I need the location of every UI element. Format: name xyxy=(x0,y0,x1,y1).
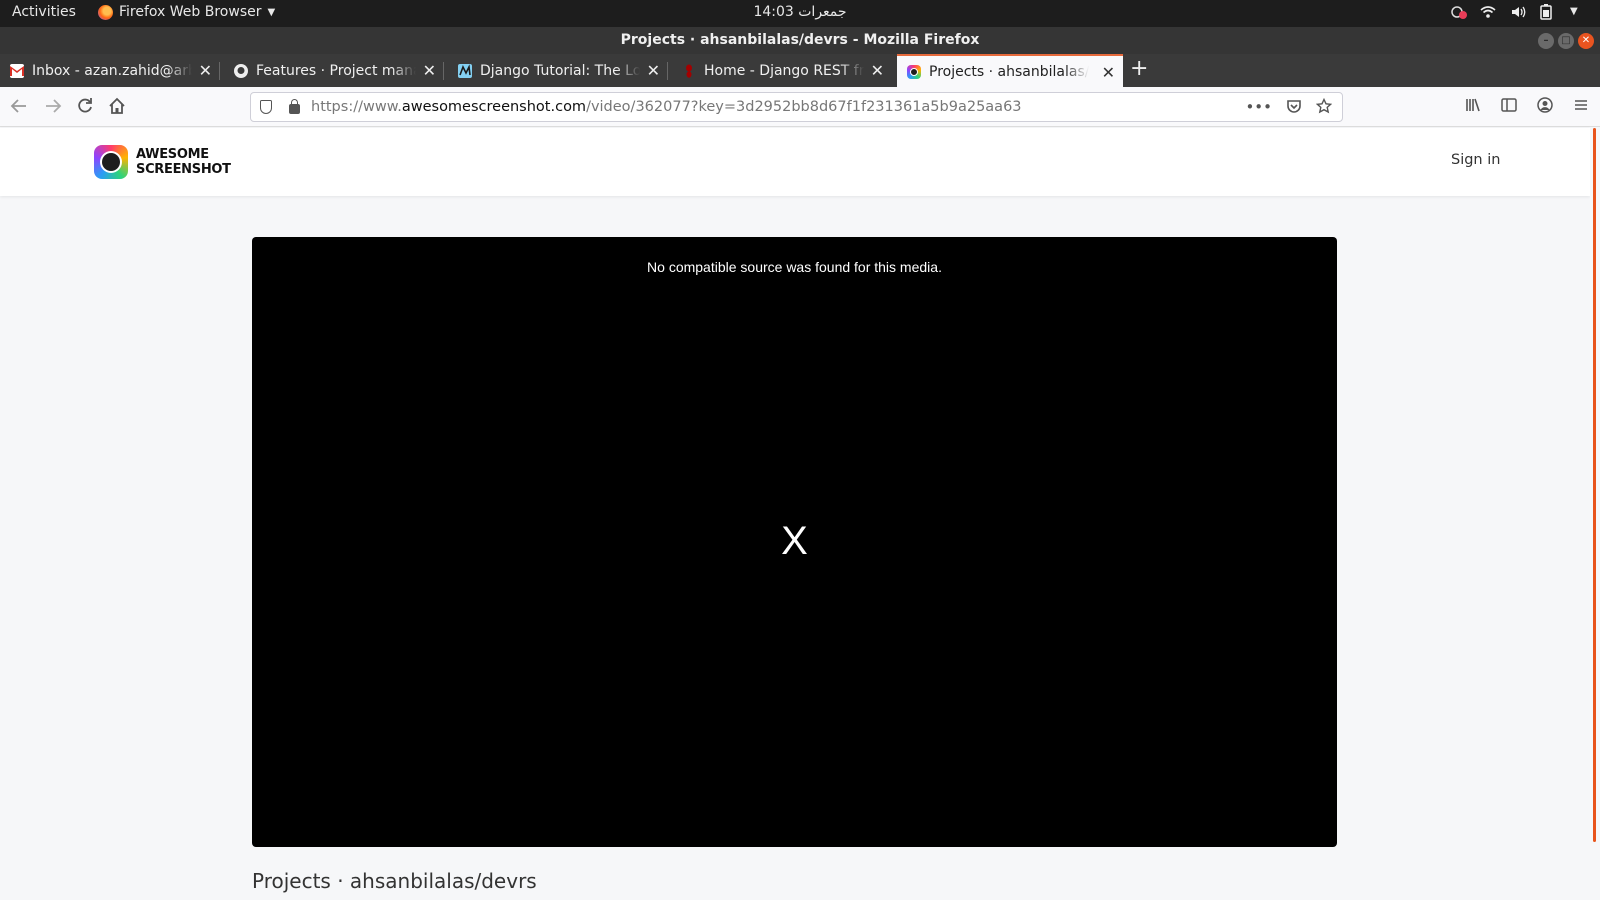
reload-button[interactable] xyxy=(74,96,96,118)
tab-label: Home - Django REST framework xyxy=(704,62,864,79)
minimize-button[interactable]: – xyxy=(1538,33,1554,49)
url-text[interactable]: https://www.awesomescreenshot.com/video/… xyxy=(311,99,1022,115)
tab-drf[interactable]: Home - Django REST framework ✕ xyxy=(672,54,892,87)
library-icon[interactable] xyxy=(1464,96,1482,118)
close-tab-icon[interactable]: ✕ xyxy=(647,61,660,80)
system-tray[interactable]: ▼ xyxy=(1450,4,1586,20)
mdn-icon xyxy=(458,63,472,78)
bookmark-star-icon[interactable] xyxy=(1315,97,1333,118)
site-logo[interactable]: AWESOME SCREENSHOT xyxy=(94,145,231,179)
close-tab-icon[interactable]: ✕ xyxy=(423,61,436,80)
page-actions-icon[interactable]: ••• xyxy=(1245,98,1272,118)
scrollbar-thumb[interactable] xyxy=(1593,128,1596,842)
tab-strip: Inbox - azan.zahid@arbisoft.com ✕ Featur… xyxy=(0,54,1600,87)
close-tab-icon[interactable]: ✕ xyxy=(871,61,884,80)
gmail-icon xyxy=(10,63,24,78)
system-top-bar: Activities Firefox Web Browser ▼ جمعرات … xyxy=(0,0,1600,27)
logo-text: AWESOME SCREENSHOT xyxy=(136,147,231,177)
wifi-icon[interactable] xyxy=(1480,4,1496,20)
close-tab-icon[interactable]: ✕ xyxy=(199,61,212,80)
account-icon[interactable] xyxy=(1536,96,1554,118)
menu-icon[interactable] xyxy=(1572,96,1590,118)
tab-label: Inbox - azan.zahid@arbisoft.com xyxy=(32,62,192,79)
error-close-icon[interactable]: X xyxy=(252,519,1337,564)
tab-gmail[interactable]: Inbox - azan.zahid@arbisoft.com ✕ xyxy=(0,54,220,87)
toolbar-right xyxy=(1464,96,1590,118)
sidebar-icon[interactable] xyxy=(1500,96,1518,118)
pocket-icon[interactable] xyxy=(1286,98,1302,118)
window-controls: – □ ✕ xyxy=(1538,33,1594,49)
github-icon xyxy=(234,63,248,78)
window-title-bar: Projects · ahsanbilalas/devrs - Mozilla … xyxy=(0,27,1600,54)
drf-icon xyxy=(682,64,696,78)
volume-icon[interactable] xyxy=(1510,4,1526,20)
notification-icon[interactable] xyxy=(1450,4,1467,20)
tab-github[interactable]: Features · Project management ✕ xyxy=(224,54,444,87)
close-window-button[interactable]: ✕ xyxy=(1578,33,1594,49)
back-button[interactable] xyxy=(8,96,30,118)
close-tab-icon[interactable]: ✕ xyxy=(1102,63,1115,82)
tab-label: Projects · ahsanbilalas/devrs xyxy=(929,63,1089,80)
video-player[interactable]: No compatible source was found for this … xyxy=(252,237,1337,847)
maximize-button[interactable]: □ xyxy=(1558,33,1574,49)
tab-projects[interactable]: Projects · ahsanbilalas/devrs ✕ xyxy=(897,54,1123,87)
power-menu-icon[interactable]: ▼ xyxy=(1570,4,1586,20)
tab-mdn[interactable]: Django Tutorial: The Local Library ✕ xyxy=(448,54,668,87)
site-header: AWESOME SCREENSHOT Sign in xyxy=(0,128,1590,196)
page-title: Projects · ahsanbilalas/devrs xyxy=(252,869,537,893)
lock-icon[interactable] xyxy=(289,99,300,114)
awesome-screenshot-logo-icon xyxy=(94,145,128,179)
forward-button[interactable] xyxy=(42,96,64,118)
page-content: AWESOME SCREENSHOT Sign in No compatible… xyxy=(0,128,1590,900)
awesome-screenshot-icon xyxy=(907,64,921,79)
tab-label: Django Tutorial: The Local Library xyxy=(480,62,640,79)
home-button[interactable] xyxy=(106,96,128,118)
new-tab-button[interactable]: + xyxy=(1130,58,1148,80)
clock[interactable]: جمعرات 14:03 xyxy=(0,4,1600,20)
tab-label: Features · Project management xyxy=(256,62,416,79)
tracking-protection-icon[interactable] xyxy=(260,100,272,114)
media-error-message: No compatible source was found for this … xyxy=(647,259,942,275)
battery-icon[interactable] xyxy=(1540,4,1556,20)
page-scrollbar[interactable] xyxy=(1590,128,1600,900)
window-title: Projects · ahsanbilalas/devrs - Mozilla … xyxy=(620,32,980,48)
nav-toolbar: https://www.awesomescreenshot.com/video/… xyxy=(0,87,1600,127)
sign-in-link[interactable]: Sign in xyxy=(1451,152,1500,168)
address-bar[interactable]: https://www.awesomescreenshot.com/video/… xyxy=(250,92,1343,122)
